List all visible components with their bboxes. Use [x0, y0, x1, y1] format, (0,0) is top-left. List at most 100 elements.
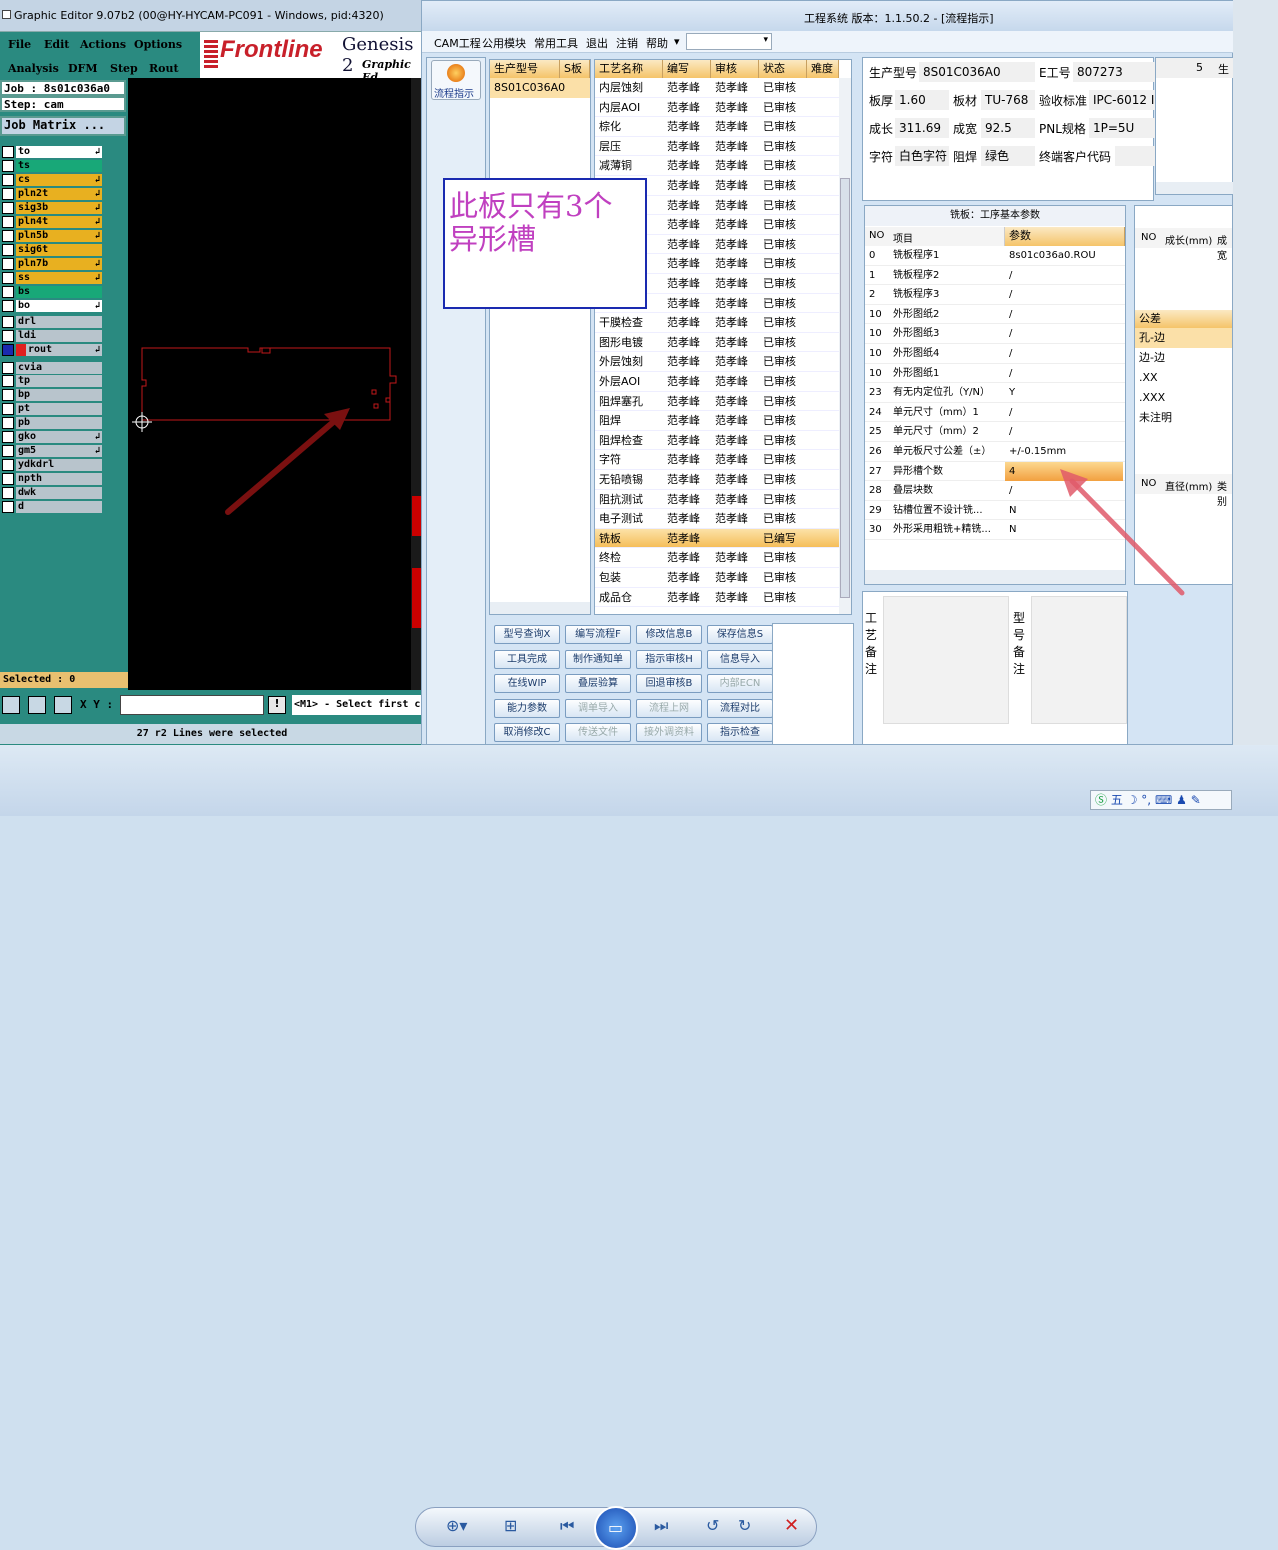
- layer-checkbox[interactable]: [2, 272, 14, 284]
- value-thick[interactable]: 1.60: [895, 90, 949, 110]
- action-button[interactable]: 传送文件: [565, 723, 631, 742]
- process-row[interactable]: 阻抗测试 范孝峰 范孝峰 已审核: [595, 490, 839, 510]
- process-row[interactable]: 内层AOI 范孝峰 范孝峰 已审核: [595, 98, 839, 118]
- process-row[interactable]: 干膜检查 范孝峰 范孝峰 已审核: [595, 313, 839, 333]
- process-row[interactable]: 外层蚀刻 范孝峰 范孝峰 已审核: [595, 352, 839, 372]
- value-model[interactable]: 8S01C036A0: [919, 62, 1035, 82]
- layer-row[interactable]: rout ↲: [2, 344, 102, 356]
- layer-checkbox[interactable]: [2, 160, 14, 172]
- action-button[interactable]: 取消修改C: [494, 723, 560, 742]
- side-grid-hscroll[interactable]: [1156, 182, 1234, 194]
- layer-row[interactable]: pln7b ↲: [2, 258, 102, 270]
- action-button[interactable]: 工具完成: [494, 649, 560, 669]
- layer-checkbox[interactable]: [2, 258, 14, 270]
- layer-row[interactable]: gko ↲: [2, 431, 102, 443]
- xy-input[interactable]: [120, 695, 264, 715]
- layer-row[interactable]: npth: [2, 473, 102, 485]
- action-button[interactable]: 保存信息S: [707, 625, 773, 644]
- process-vscroll[interactable]: [839, 78, 851, 614]
- layer-checkbox[interactable]: [2, 286, 14, 298]
- dropdown-arrow-icon[interactable]: ▾: [674, 35, 680, 48]
- layer-checkbox[interactable]: [2, 389, 14, 401]
- value-mat[interactable]: TU-768: [981, 90, 1035, 110]
- menu-file[interactable]: File: [8, 38, 31, 51]
- layer-checkbox[interactable]: [2, 431, 14, 443]
- layer-checkbox[interactable]: [2, 216, 14, 228]
- process-row[interactable]: 成品仓 范孝峰 范孝峰 已审核: [595, 588, 839, 608]
- action-button[interactable]: 能力参数: [494, 698, 560, 718]
- layer-checkbox[interactable]: [2, 445, 14, 457]
- action-button[interactable]: 接外调资料: [636, 723, 702, 742]
- flow-button[interactable]: 流程指示: [431, 60, 481, 100]
- layer-row[interactable]: bs: [2, 286, 102, 298]
- action-button[interactable]: 指示审核H: [636, 649, 702, 669]
- param-row[interactable]: 10 外形图纸4 /: [865, 344, 1125, 364]
- layer-row[interactable]: ss ↲: [2, 272, 102, 284]
- process-row[interactable]: 层压 范孝峰 范孝峰 已审核: [595, 137, 839, 157]
- layer-row[interactable]: dwk: [2, 487, 102, 499]
- layer-row[interactable]: tp: [2, 375, 102, 387]
- menu-options[interactable]: Options: [134, 38, 182, 51]
- process-row[interactable]: 阻焊检查 范孝峰 范孝峰 已审核: [595, 431, 839, 451]
- measure-tool-icon[interactable]: [28, 696, 46, 714]
- layer-checkbox[interactable]: [2, 146, 14, 158]
- layer-checkbox[interactable]: [2, 417, 14, 429]
- process-row[interactable]: 外层AOI 范孝峰 范孝峰 已审核: [595, 372, 839, 392]
- action-button[interactable]: 流程上网: [636, 698, 702, 718]
- layer-row[interactable]: gm5 ↲: [2, 445, 102, 457]
- process-notes-field[interactable]: [883, 596, 1009, 724]
- value-mask[interactable]: 绿色: [981, 146, 1035, 166]
- layer-checkbox[interactable]: [2, 230, 14, 242]
- layer-row[interactable]: ydkdrl: [2, 459, 102, 471]
- layer-checkbox[interactable]: [2, 316, 14, 328]
- layer-row[interactable]: ldi: [2, 330, 102, 342]
- process-row[interactable]: 棕化 范孝峰 范孝峰 已审核: [595, 117, 839, 137]
- layer-row[interactable]: sig6t: [2, 244, 102, 256]
- delete-icon[interactable]: ✕: [784, 1515, 799, 1536]
- layer-checkbox[interactable]: [2, 362, 14, 374]
- param-row[interactable]: 2 铣板程序3 /: [865, 285, 1125, 305]
- menu-dfm[interactable]: DFM: [68, 62, 98, 75]
- action-button[interactable]: 回退审核B: [636, 674, 702, 693]
- process-row[interactable]: 字符 范孝峰 范孝峰 已审核: [595, 450, 839, 470]
- menu-actions[interactable]: Actions: [80, 38, 126, 51]
- menu-analysis[interactable]: Analysis: [8, 62, 59, 75]
- value-wid[interactable]: 92.5: [981, 118, 1035, 138]
- value-char[interactable]: 白色字符: [895, 146, 949, 166]
- ime-bar[interactable]: Ⓢ 五 ☽ °, ⌨ ♟ ✎: [1090, 790, 1232, 810]
- value-len[interactable]: 311.69: [895, 118, 949, 138]
- layer-row[interactable]: to ↲: [2, 146, 102, 158]
- param-row[interactable]: 24 单元尺寸（mm）1 /: [865, 403, 1125, 423]
- param-row[interactable]: 10 外形图纸3 /: [865, 324, 1125, 344]
- layer-checkbox[interactable]: [2, 244, 14, 256]
- rotate-left-icon[interactable]: ↺: [706, 1516, 719, 1535]
- layer-checkbox[interactable]: [2, 403, 14, 415]
- layer-row[interactable]: bp: [2, 389, 102, 401]
- layer-row[interactable]: bo ↲: [2, 300, 102, 312]
- process-row[interactable]: 阻焊 范孝峰 范孝峰 已审核: [595, 411, 839, 431]
- action-button[interactable]: 制作通知单: [565, 649, 631, 669]
- param-row[interactable]: 26 单元板尺寸公差（±） +/-0.15mm: [865, 442, 1125, 462]
- next-icon[interactable]: ⏭: [654, 1516, 668, 1536]
- prev-icon[interactable]: ⏮: [560, 1516, 574, 1536]
- tolerance-row[interactable]: .XX: [1135, 368, 1232, 388]
- menu-rout[interactable]: Rout: [149, 62, 179, 75]
- menu-step[interactable]: Step: [110, 62, 138, 75]
- action-button[interactable]: 编写流程F: [565, 625, 631, 644]
- layer-row[interactable]: d: [2, 501, 102, 513]
- action-button[interactable]: 流程对比: [707, 698, 773, 718]
- zoom-tool-icon[interactable]: [2, 696, 20, 714]
- action-button[interactable]: 调单导入: [565, 698, 631, 718]
- param-row[interactable]: 23 有无内定位孔（Y/N） Y: [865, 383, 1125, 403]
- layer-row[interactable]: pln4t ↲: [2, 216, 102, 228]
- layer-checkbox[interactable]: [2, 202, 14, 214]
- layer-row[interactable]: sig3b ↲: [2, 202, 102, 214]
- layer-row[interactable]: pt: [2, 403, 102, 415]
- layer-row[interactable]: cvia: [2, 362, 102, 374]
- menu-public[interactable]: 公用模块: [482, 35, 526, 51]
- scroll-thumb[interactable]: [840, 178, 850, 598]
- menu-cam[interactable]: CAM工程: [434, 35, 481, 51]
- layer-checkbox[interactable]: [2, 473, 14, 485]
- action-button[interactable]: 信息导入: [707, 649, 773, 669]
- process-row[interactable]: 图形电镀 范孝峰 范孝峰 已审核: [595, 333, 839, 353]
